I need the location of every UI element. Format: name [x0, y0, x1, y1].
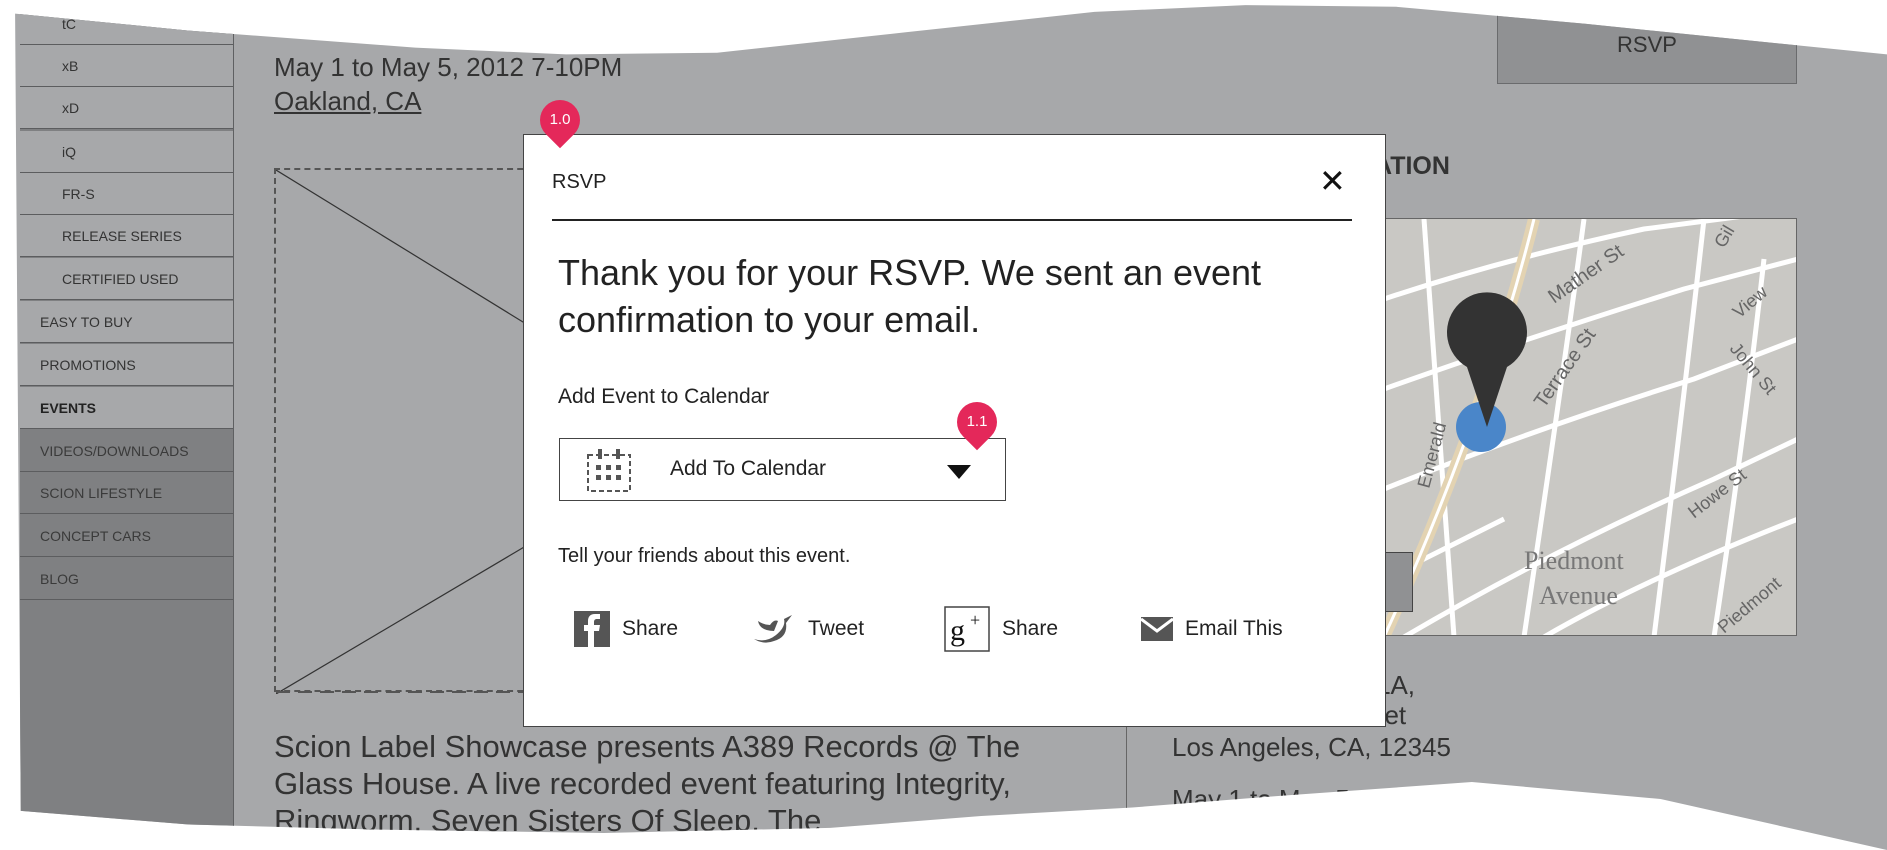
google-plus-icon: g + [944, 606, 990, 652]
sidebar-item-events[interactable]: EVENTS [20, 387, 233, 429]
sidebar-item-blog[interactable]: BLOG [20, 558, 233, 600]
google-plus-share-button[interactable]: g + Share [944, 606, 1059, 652]
map-zoom-control[interactable] [1383, 552, 1413, 612]
facebook-share-label: Share [622, 617, 679, 640]
facebook-share-button[interactable]: Share [574, 607, 678, 651]
sidebar-item-easy-to-buy[interactable]: EASY TO BUY [20, 301, 233, 343]
sidebar-item-concept-cars[interactable]: CONCEPT CARS [20, 515, 233, 557]
calendar-label: Add Event to Calendar [558, 385, 770, 408]
address-city: Los Angeles, CA, 12345 [1172, 732, 1451, 762]
annotation-badge-calendar: 1.1 [948, 393, 1006, 451]
event-map[interactable]: Mather St Terrace St Emerald John St Vie… [1383, 218, 1797, 636]
annotation-badge-modal: 1.0 [531, 91, 589, 149]
content-divider [1126, 726, 1127, 850]
map-label-piedmont-district: Piedmont [1524, 546, 1624, 575]
sidebar-item-promotions[interactable]: PROMOTIONS [20, 344, 233, 386]
svg-text:+: + [970, 610, 980, 630]
email-share-button[interactable]: Email This [1141, 607, 1283, 651]
add-to-calendar-dropdown[interactable]: Add To Calendar [559, 438, 1006, 501]
chevron-down-icon [947, 465, 971, 479]
sidebar-item-videos-downloads[interactable]: VIDEOS/DOWNLOADS [20, 430, 233, 472]
sidebar-item-tc[interactable]: tC [20, 5, 233, 45]
calendar-icon [587, 449, 631, 492]
twitter-tweet-label: Tweet [808, 617, 865, 640]
modal-title: RSVP [552, 171, 607, 193]
confirmation-message: Thank you for your RSVP. We sent an even… [558, 252, 1262, 340]
map-label-avenue-district: Avenue [1539, 581, 1618, 610]
twitter-tweet-button[interactable]: Tweet [752, 607, 864, 651]
google-plus-share-label: Share [1002, 617, 1059, 640]
facebook-icon [574, 611, 610, 647]
twitter-icon [754, 615, 792, 643]
sidebar-item-release-series[interactable]: RELEASE SERIES [20, 215, 233, 257]
sidebar-item-iq[interactable]: iQ [20, 131, 233, 173]
rsvp-modal: RSVP ✕ Thank you for your RSVP. We sent … [523, 134, 1386, 727]
sidebar-item-certified-used[interactable]: CERTIFIED USED [20, 258, 233, 300]
calendar-select-text: Add To Calendar [670, 457, 827, 480]
svg-text:g: g [950, 614, 965, 647]
event-date: May 1 to May 5, 2012 7-10PM [274, 52, 623, 82]
map-streets: Mather St Terrace St Emerald John St Vie… [1384, 219, 1796, 635]
sidebar-item-scion-lifestyle[interactable]: SCION LIFESTYLE [20, 472, 233, 514]
sidebar-item-frs[interactable]: FR-S [20, 173, 233, 215]
sidebar-item-xd[interactable]: xD [20, 87, 233, 129]
email-icon [1141, 617, 1173, 641]
address-dates: May 1 to May 5, 2012 [1172, 784, 1423, 814]
rsvp-button[interactable]: RSVP [1497, 8, 1797, 84]
sidebar: tC xB xD iQ FR-S RELEASE SERIES CERTIFIE… [20, 5, 234, 850]
map-location-dot [1456, 402, 1506, 452]
share-label: Tell your friends about this event. [558, 545, 851, 567]
close-icon[interactable]: ✕ [1319, 165, 1346, 197]
email-share-label: Email This [1185, 617, 1283, 640]
event-city-link[interactable]: Oakland, CA [274, 86, 421, 117]
wireframe-sheet: tC xB xD iQ FR-S RELEASE SERIES CERTIFIE… [15, 5, 1887, 850]
sidebar-item-xb[interactable]: xB [20, 45, 233, 87]
event-description: Scion Label Showcase presents A389 Recor… [274, 729, 1021, 838]
modal-divider [552, 219, 1352, 221]
